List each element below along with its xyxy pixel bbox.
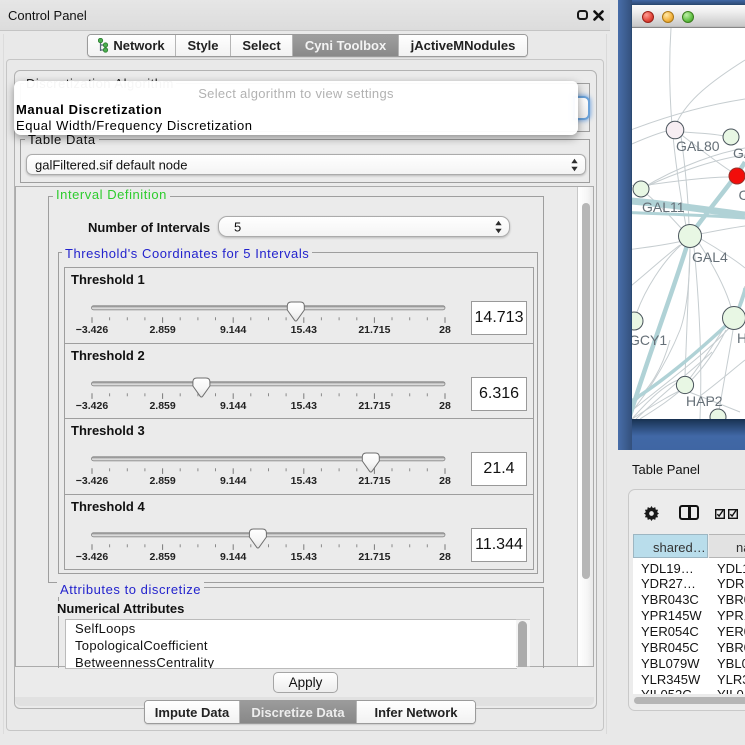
svg-text:GAL11: GAL11 <box>642 199 685 215</box>
svg-text:15.43: 15.43 <box>290 551 316 563</box>
svg-text:HAP2: HAP2 <box>686 393 723 409</box>
svg-text:9.144: 9.144 <box>220 551 246 563</box>
svg-text:−3.426: −3.426 <box>75 400 108 412</box>
svg-text:15.43: 15.43 <box>290 400 316 412</box>
svg-text:H: H <box>737 330 745 346</box>
svg-text:2.859: 2.859 <box>149 475 175 487</box>
svg-text:28: 28 <box>439 475 451 487</box>
svg-text:28: 28 <box>439 324 451 336</box>
svg-text:C: C <box>739 187 745 203</box>
svg-text:21.715: 21.715 <box>358 475 390 487</box>
svg-text:2.859: 2.859 <box>149 400 175 412</box>
svg-text:21.715: 21.715 <box>358 400 390 412</box>
svg-text:2.859: 2.859 <box>149 551 175 563</box>
svg-text:2.859: 2.859 <box>149 324 175 336</box>
svg-text:21.715: 21.715 <box>358 551 390 563</box>
svg-text:28: 28 <box>439 551 451 563</box>
svg-text:−3.426: −3.426 <box>75 475 108 487</box>
svg-text:28: 28 <box>439 400 451 412</box>
svg-text:GA: GA <box>733 145 745 161</box>
svg-text:GAL4: GAL4 <box>692 249 728 265</box>
svg-text:−3.426: −3.426 <box>75 551 108 563</box>
svg-text:9.144: 9.144 <box>220 475 246 487</box>
svg-text:21.715: 21.715 <box>358 324 390 336</box>
svg-text:GAL80: GAL80 <box>676 138 720 154</box>
svg-text:15.43: 15.43 <box>290 475 316 487</box>
svg-text:9.144: 9.144 <box>220 400 246 412</box>
svg-text:15.43: 15.43 <box>290 324 316 336</box>
svg-text:−3.426: −3.426 <box>75 324 108 336</box>
svg-text:GCY1: GCY1 <box>632 332 667 348</box>
svg-text:9.144: 9.144 <box>220 324 246 336</box>
